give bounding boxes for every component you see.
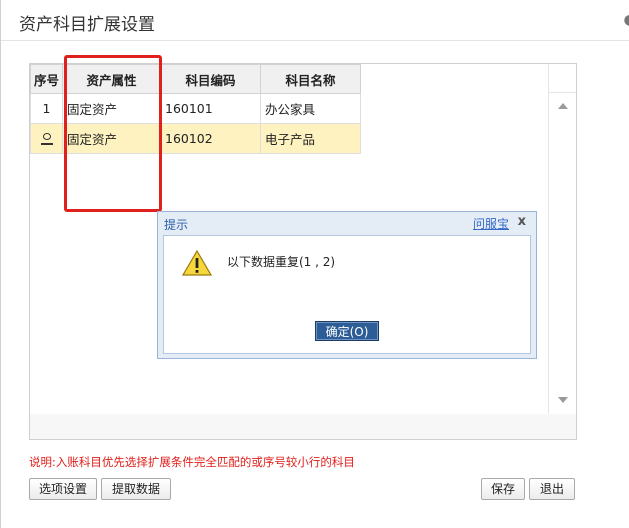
popup-message: 以下数据重复(1 , 2)	[227, 255, 336, 269]
note-text: 说明:入账科目优先选择扩展条件完全匹配的或序号较小行的科目	[29, 455, 355, 469]
save-button[interactable]: 保存	[481, 478, 525, 500]
dialog-window: 资产科目扩展设置 ◖ 序号 资产属性 科目编码 科目名称 1 固定资产 1601…	[0, 0, 629, 528]
popup-close-icon[interactable]: x	[518, 214, 526, 229]
scrollbar-header-cap	[549, 64, 576, 93]
cell-name[interactable]: 电子产品	[260, 123, 361, 154]
popup-title: 提示	[164, 218, 189, 232]
row-edit-icon	[40, 131, 53, 145]
warning-icon	[182, 250, 212, 276]
options-button[interactable]: 选项设置	[29, 478, 97, 500]
ok-button[interactable]: 确定(O)	[315, 321, 379, 341]
close-icon[interactable]: ◖	[624, 12, 629, 28]
col-header-code[interactable]: 科目编码	[160, 64, 261, 94]
highlight-annotation-box	[64, 55, 162, 212]
vertical-scrollbar[interactable]	[548, 64, 576, 414]
scroll-down-arrow-icon[interactable]	[558, 397, 568, 403]
scroll-up-arrow-icon[interactable]	[558, 103, 568, 109]
cell-index: 1	[30, 93, 63, 124]
fetch-data-button[interactable]: 提取数据	[101, 478, 171, 500]
title-divider	[1, 40, 629, 41]
col-header-name[interactable]: 科目名称	[260, 64, 361, 94]
popup-body: 以下数据重复(1 , 2) 确定(O)	[163, 235, 531, 354]
exit-button[interactable]: 退出	[529, 478, 575, 500]
help-link[interactable]: 问服宝	[473, 215, 509, 232]
col-header-index[interactable]: 序号	[30, 64, 63, 94]
cell-code[interactable]: 160102	[160, 123, 261, 154]
cell-index	[30, 123, 63, 154]
alert-popup: 提示 问服宝 x 以下数据重复(1 , 2) 确定(O)	[157, 211, 537, 359]
cell-code[interactable]: 160101	[160, 93, 261, 124]
cell-name[interactable]: 办公家具	[260, 93, 361, 124]
dialog-title: 资产科目扩展设置	[19, 15, 155, 35]
